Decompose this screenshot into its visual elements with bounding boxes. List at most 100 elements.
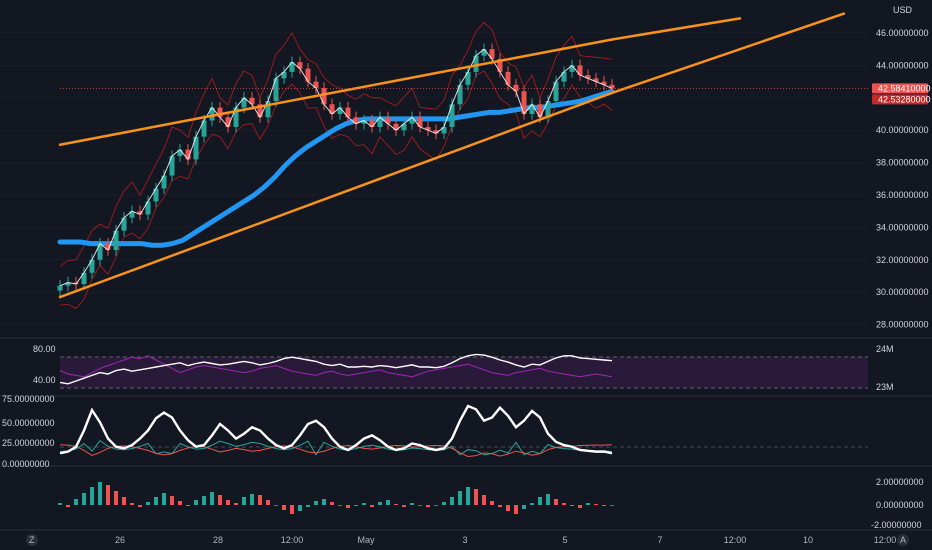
auto-scale-icon-label: A [900,535,906,545]
price-tick: 32.00000000 [876,255,929,265]
macd-bar [386,500,390,505]
macd-bar [162,493,166,505]
price-tick: 46.00000000 [876,28,929,38]
candle[interactable] [553,81,559,102]
macd-bar [298,505,302,511]
macd-bar [306,505,310,507]
macd-tick-0: 0.00000000 [876,500,924,510]
macd-bar [474,489,478,505]
macd-bar [138,505,142,507]
macd-bar [266,500,270,505]
macd-bar [234,503,238,505]
macd-bar [194,500,198,505]
macd-bar [82,493,86,505]
macd-bar [402,505,406,507]
macd-bar [578,505,582,508]
macd-bar [418,505,422,506]
candle[interactable] [57,285,63,291]
macd-bar [226,500,230,505]
volume-tick-23m: 23M [876,382,894,392]
macd-bar [434,505,438,506]
macd-bar [410,503,414,505]
candle[interactable] [521,91,527,114]
dmi-tick-25: 25.00000000 [2,438,55,448]
macd-bar [290,505,294,514]
macd-bar [202,496,206,505]
macd-bar [114,491,118,505]
price-tick: 30.00000000 [876,287,929,297]
macd-bar [274,505,278,506]
macd-bar [186,505,190,506]
price-badge-lower-text: 42.53280000 [878,94,931,104]
candle[interactable] [113,230,119,251]
candle[interactable] [169,156,175,176]
macd-bar [218,495,222,505]
currency-label: USD [893,5,913,15]
macd-bar [530,503,534,505]
time-tick: 3 [462,535,467,545]
time-tick: 10 [803,535,813,545]
time-tick: 26 [115,535,125,545]
price-tick: 36.00000000 [876,190,929,200]
candle[interactable] [273,78,279,102]
macd-bar [346,505,350,508]
macd-bar [538,497,542,505]
macd-bar [242,497,246,505]
time-tick: 5 [562,535,567,545]
timezone-icon-label: Z [29,535,35,545]
macd-bar [66,505,70,507]
macd-bar [450,497,454,505]
candle[interactable] [449,104,455,127]
price-tick: 40.00000000 [876,125,929,135]
macd-bar [586,503,590,505]
macd-bar [122,497,126,505]
macd-bar [378,502,382,505]
macd-bar [514,505,518,514]
macd-bar [210,492,214,505]
macd-bar [58,503,62,505]
macd-bar [322,499,326,505]
macd-bar [362,503,366,505]
trading-chart[interactable]: USD 46.0000000044.0000000042.0000000040.… [0,0,932,550]
macd-bar [482,495,486,505]
macd-bar [170,496,174,505]
rsi-tick-80: 80.00 [33,344,56,354]
macd-bar [458,491,462,505]
price-badge-lower: 42.53280000 [872,94,931,105]
price-badge-upper-text: 42.58410000 [878,83,931,93]
macd-bar [338,505,342,506]
macd-bar [610,505,614,506]
candle[interactable] [457,84,463,105]
macd-bar [98,482,102,505]
macd-bar [562,503,566,505]
macd-bar [554,499,558,505]
macd-bar [522,505,526,509]
macd-bar [354,505,358,506]
time-tick: 28 [213,535,223,545]
price-tick: 38.00000000 [876,158,929,168]
volume-tick-24m: 24M [876,344,894,354]
price-tick: 28.00000000 [876,320,929,330]
macd-bar [570,505,574,506]
price-badge-upper: 42.58410000 [872,83,931,94]
macd-bar [282,505,286,510]
macd-bar [146,502,150,505]
macd-bar [466,487,470,505]
macd-bar [546,494,550,505]
macd-bar [602,505,606,506]
price-tick: 34.00000000 [876,222,929,232]
dmi-tick-0: 0.00000000 [2,459,50,469]
macd-bar [258,495,262,505]
candle[interactable] [193,136,199,160]
time-tick: 7 [657,535,662,545]
dmi-tick-50: 50.00000000 [2,418,55,428]
macd-bar [250,494,254,505]
time-tick: 12:00 [874,535,897,545]
macd-bar [426,505,430,507]
macd-bar [154,497,158,505]
rsi-tick-40: 40.00 [33,375,56,385]
time-tick: 12:00 [724,535,747,545]
time-tick: 12:00 [281,535,304,545]
macd-bar [394,504,398,505]
macd-bar [498,505,502,507]
